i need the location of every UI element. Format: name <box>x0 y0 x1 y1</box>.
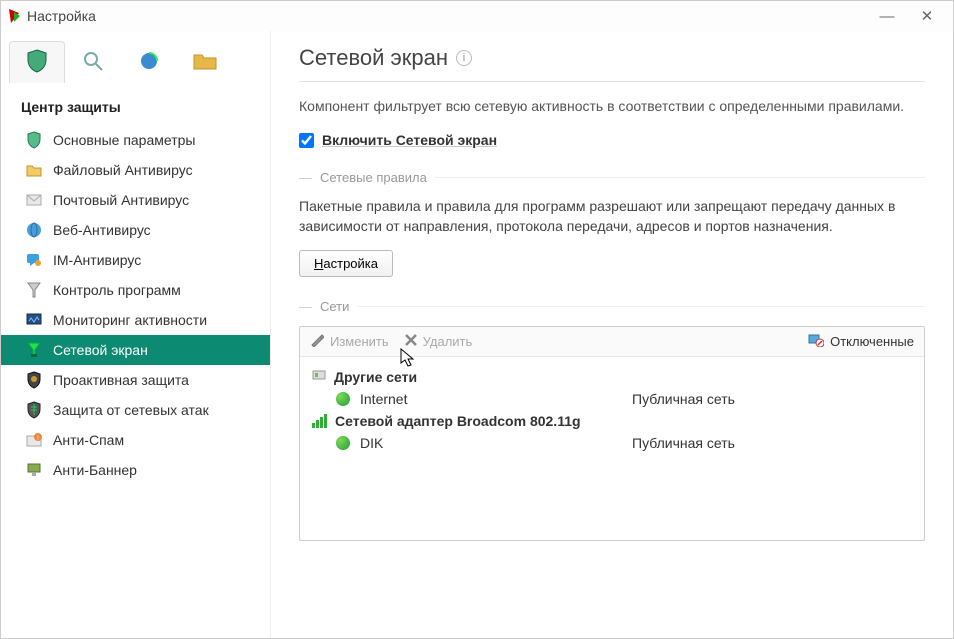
disconnected-label: Отключенные <box>830 334 914 349</box>
sidebar-item-label: Сетевой экран <box>53 342 148 358</box>
network-group[interactable]: Сетевой адаптер Broadcom 802.11g <box>310 410 914 432</box>
sidebar-item-label: Анти-Спам <box>53 432 124 448</box>
delete-network-button[interactable]: Удалить <box>405 334 473 349</box>
folder-icon <box>193 51 217 74</box>
enable-firewall-label[interactable]: Включить Сетевой экран <box>322 132 497 148</box>
sidebar-item-firewall[interactable]: Сетевой экран <box>1 335 270 365</box>
sidebar-item-label: Контроль программ <box>53 282 181 298</box>
page-title: Сетевой экран i <box>299 45 925 82</box>
rules-description: Пакетные правила и правила для программ … <box>299 197 925 236</box>
signal-bars-icon <box>312 414 327 428</box>
component-description: Компонент фильтрует всю сетевую активнос… <box>299 96 925 116</box>
disconnected-icon <box>808 333 824 350</box>
app-logo-icon <box>7 9 21 23</box>
globe-green-icon <box>336 392 350 406</box>
chat-icon <box>25 251 43 269</box>
sidebar-tabstrip <box>1 37 270 83</box>
shield-small-icon <box>25 131 43 149</box>
sidebar-item-file-av[interactable]: Файловый Антивирус <box>1 155 270 185</box>
sidebar-item-label: Проактивная защита <box>53 372 189 388</box>
networks-list: Другие сети Internet Публичная сеть Сете… <box>300 357 924 540</box>
networks-section-label: Сети <box>320 299 349 314</box>
sidebar-item-network-attack[interactable]: Защита от сетевых атак <box>1 395 270 425</box>
networks-toolbar: Изменить Удалить Отключенные <box>300 327 924 357</box>
sidebar-item-app-control[interactable]: Контроль программ <box>1 275 270 305</box>
network-type: Публичная сеть <box>632 435 912 451</box>
sidebar-item-label: Веб-Антивирус <box>53 222 151 238</box>
spam-icon: ! <box>25 431 43 449</box>
sidebar-nav: Основные параметры Файловый Антивирус По… <box>1 125 270 485</box>
globe-icon <box>25 221 43 239</box>
globe-green-icon <box>336 436 350 450</box>
sidebar-item-web-av[interactable]: Веб-Антивирус <box>1 215 270 245</box>
folder-yellow-icon <box>25 161 43 179</box>
window-title: Настройка <box>27 8 96 24</box>
sidebar-item-activity-monitor[interactable]: Мониторинг активности <box>1 305 270 335</box>
sidebar-item-label: Почтовый Антивирус <box>53 192 189 208</box>
network-name: DIK <box>360 435 383 451</box>
network-type: Публичная сеть <box>632 391 912 407</box>
tab-advanced[interactable] <box>177 41 233 83</box>
tab-update[interactable] <box>121 41 177 83</box>
network-name: Internet <box>360 391 407 407</box>
page-title-text: Сетевой экран <box>299 45 448 71</box>
tab-scan[interactable] <box>65 41 121 83</box>
sidebar-item-label: Анти-Баннер <box>53 462 137 478</box>
delete-label: Удалить <box>423 334 473 349</box>
network-group-label: Сетевой адаптер Broadcom 802.11g <box>335 413 581 429</box>
disconnected-toggle[interactable]: Отключенные <box>808 333 914 350</box>
sidebar-item-label: Файловый Антивирус <box>53 162 193 178</box>
shield-dark-icon <box>25 371 43 389</box>
funnel-icon <box>25 281 43 299</box>
sidebar-item-label: Основные параметры <box>53 132 195 148</box>
minimize-button[interactable]: — <box>867 5 907 27</box>
firewall-icon <box>25 341 43 359</box>
sidebar-item-antispam[interactable]: ! Анти-Спам <box>1 425 270 455</box>
titlebar: Настройка — ✕ <box>1 1 953 31</box>
main-panel: Сетевой экран i Компонент фильтрует всю … <box>271 31 953 638</box>
sidebar-item-label: Защита от сетевых атак <box>53 402 209 418</box>
envelope-icon <box>25 191 43 209</box>
edit-network-button[interactable]: Изменить <box>310 333 389 350</box>
edit-label: Изменить <box>330 334 389 349</box>
pencil-icon <box>310 333 324 350</box>
network-row[interactable]: DIK Публичная сеть <box>310 432 914 454</box>
shield-net-icon <box>25 401 43 419</box>
rules-settings-button[interactable]: Настройка <box>299 250 393 277</box>
shield-icon <box>26 49 48 76</box>
rules-section-label: Сетевые правила <box>320 170 427 185</box>
network-group[interactable]: Другие сети <box>310 365 914 388</box>
sidebar-section-title: Центр защиты <box>1 83 270 125</box>
enable-firewall-checkbox[interactable] <box>299 133 314 148</box>
sidebar-item-label: IM-Антивирус <box>53 252 141 268</box>
tab-protection[interactable] <box>9 41 65 83</box>
network-group-label: Другие сети <box>334 369 417 385</box>
sidebar-item-label: Мониторинг активности <box>53 312 207 328</box>
networks-section-header: Сети <box>299 299 925 314</box>
delete-x-icon <box>405 334 417 349</box>
sidebar: Центр защиты Основные параметры Файловый… <box>1 31 271 638</box>
sidebar-item-antibanner[interactable]: Анти-Баннер <box>1 455 270 485</box>
magnifier-icon <box>82 50 104 75</box>
monitor-icon <box>25 311 43 329</box>
sidebar-item-im-av[interactable]: IM-Антивирус <box>1 245 270 275</box>
globe-arrow-icon <box>138 50 160 75</box>
network-row[interactable]: Internet Публичная сеть <box>310 388 914 410</box>
banner-icon <box>25 461 43 479</box>
info-icon[interactable]: i <box>456 50 472 66</box>
sidebar-item-general[interactable]: Основные параметры <box>1 125 270 155</box>
network-card-icon <box>312 368 326 385</box>
close-button[interactable]: ✕ <box>907 5 947 27</box>
sidebar-item-proactive[interactable]: Проактивная защита <box>1 365 270 395</box>
sidebar-item-mail-av[interactable]: Почтовый Антивирус <box>1 185 270 215</box>
rules-section-header: Сетевые правила <box>299 170 925 185</box>
networks-box: Изменить Удалить Отключенные Другие сети <box>299 326 925 541</box>
